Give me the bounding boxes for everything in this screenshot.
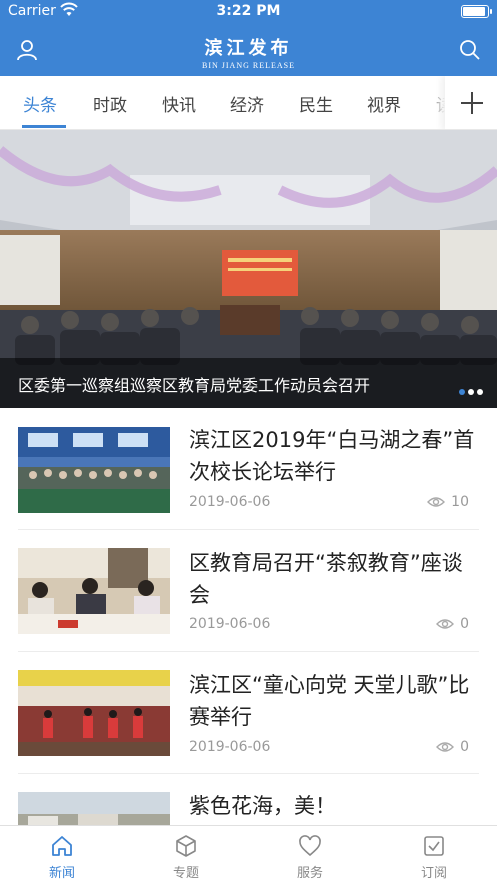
tab-politics[interactable]: 时政	[93, 91, 127, 116]
nav-news[interactable]: 新闻	[0, 826, 124, 883]
nav-subscribe-label: 订阅	[420, 866, 447, 881]
news-date: 2019-06-06	[189, 616, 271, 632]
news-thumbnail	[18, 427, 170, 513]
tab-economy[interactable]: 经济	[230, 91, 264, 116]
news-title: 滨江区2019年“白马湖之春”首次校长论坛举行	[189, 428, 475, 484]
carousel-dot[interactable]	[459, 389, 465, 395]
status-time: 3:22 PM	[216, 3, 281, 19]
tab-headlines[interactable]: 头条	[23, 91, 57, 116]
news-view-count: 0	[460, 739, 469, 755]
tab-vision[interactable]: 视界	[367, 91, 401, 116]
heart-icon	[299, 835, 321, 857]
news-date: 2019-06-06	[189, 494, 271, 510]
news-title: 滨江区“童心向党 天堂儿歌”比赛举行	[189, 673, 470, 729]
banner-caption: 区委第一巡察组巡察区教育局党委工作动员会召开	[0, 358, 497, 408]
search-icon[interactable]	[457, 37, 483, 63]
news-view-count: 0	[460, 616, 469, 632]
carousel-dots	[456, 380, 483, 399]
carousel-dot[interactable]	[468, 389, 474, 395]
news-views: 0	[436, 739, 469, 755]
carousel-dot[interactable]	[477, 389, 483, 395]
logo-title-cn: 滨江发布	[204, 38, 293, 59]
news-view-count: 10	[451, 494, 469, 510]
banner-carousel[interactable]: 区委第一巡察组巡察区教育局党委工作动员会召开	[0, 130, 497, 408]
news-item[interactable]: 区教育局召开“茶叙教育”座谈会 2019-06-06 0	[0, 529, 497, 652]
home-icon	[52, 836, 72, 856]
nav-topics-label: 专题	[172, 866, 199, 881]
category-tabs: 头条 时政 快讯 经济 民生 视界 读	[0, 76, 497, 130]
news-title: 区教育局召开“茶叙教育”座谈会	[189, 551, 463, 607]
banner-caption-text: 区委第一巡察组巡察区教育局党委工作动员会召开	[18, 376, 371, 395]
news-title: 紫色花海，美！	[189, 794, 336, 818]
eye-icon	[427, 497, 446, 507]
news-views: 10	[427, 494, 469, 510]
status-bar: Carrier 3:22 PM	[0, 0, 497, 24]
nav-services[interactable]: 服务	[248, 826, 372, 883]
logo-title-en: BIN JIANG RELEASE	[202, 61, 295, 70]
nav-topics[interactable]: 专题	[124, 826, 248, 883]
app-header: 滨江发布 BIN JIANG RELEASE	[0, 24, 497, 76]
active-tab-indicator	[22, 125, 66, 128]
eye-icon	[436, 619, 455, 629]
battery-icon	[461, 5, 492, 18]
news-item[interactable]: 滨江区“童心向党 天堂儿歌”比赛举行 2019-06-06 0	[0, 651, 497, 774]
news-thumbnail	[18, 548, 170, 634]
checkbox-icon	[424, 836, 444, 856]
nav-services-label: 服务	[296, 866, 323, 881]
eye-icon	[436, 742, 455, 752]
bottom-nav: 新闻 专题 服务 订阅	[0, 825, 497, 883]
tab-flash[interactable]: 快讯	[162, 91, 196, 116]
nav-news-label: 新闻	[48, 866, 75, 881]
news-views: 0	[436, 616, 469, 632]
tab-livelihood[interactable]: 民生	[299, 91, 333, 116]
app-logo: 滨江发布 BIN JIANG RELEASE	[0, 34, 497, 70]
nav-subscribe[interactable]: 订阅	[372, 826, 496, 883]
news-date: 2019-06-06	[189, 739, 271, 755]
news-thumbnail	[18, 670, 170, 756]
add-tab-button[interactable]	[445, 76, 497, 129]
news-item[interactable]: 滨江区2019年“白马湖之春”首次校长论坛举行 2019-06-06 10	[0, 408, 497, 530]
cube-icon	[176, 835, 196, 857]
top-bar: Carrier 3:22 PM 滨江发布 BIN JIANG RELEASE	[0, 0, 497, 76]
